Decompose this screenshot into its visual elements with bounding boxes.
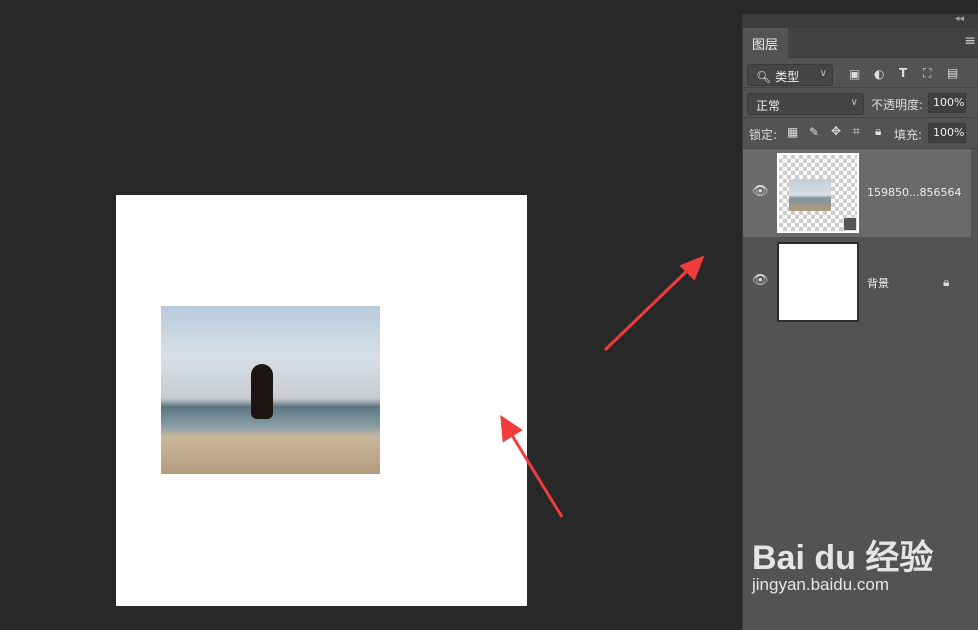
lock-transparency-icon[interactable]: ▦ [787, 125, 798, 139]
layer-thumbnail [777, 153, 859, 233]
baidu-watermark: Bai du 经验 jingyan.baidu.com [752, 539, 934, 594]
lock-all-icon[interactable]: 🔒︎ [875, 124, 881, 139]
smart-object-badge-icon [843, 217, 857, 231]
layer-row-background[interactable]: 👁︎ 背景 🔒︎ [743, 238, 971, 326]
lock-artboard-icon[interactable]: ⌗ [853, 124, 860, 139]
layer-name[interactable]: 背景 [867, 275, 889, 291]
layer-row-smart-object[interactable]: 👁︎ 159850...856564 [743, 149, 971, 237]
layer-name[interactable]: 159850...856564 [867, 186, 961, 199]
smart-object-filter-icon[interactable]: ▤ [947, 66, 958, 80]
collapse-icon[interactable]: ◂◂ [955, 14, 964, 24]
fill-label: 填充: [894, 128, 923, 142]
arrow-to-panel [603, 266, 692, 352]
opacity-label: 不透明度: [871, 98, 924, 112]
document-canvas[interactable] [116, 195, 527, 606]
lock-label: 锁定: [749, 128, 778, 142]
eye-icon[interactable]: 👁︎ [752, 273, 769, 288]
opacity-input[interactable]: 100% [928, 93, 966, 113]
layer-thumbnail [777, 242, 859, 322]
adjustment-filter-icon[interactable]: ◐ [874, 67, 884, 81]
person-figure [233, 364, 289, 474]
lock-brush-icon[interactable]: ✎ [809, 125, 819, 139]
lock-move-icon[interactable]: ✥ [831, 124, 841, 138]
arrow-head [679, 255, 705, 281]
tab-layers[interactable]: 图层 [743, 28, 788, 58]
fill-input[interactable]: 100% [928, 123, 966, 143]
type-filter-icon[interactable]: T [899, 66, 907, 80]
layer-filter-select[interactable]: 🔍︎ 类型 ∨ [747, 64, 833, 86]
beach-photo-layer[interactable] [161, 306, 380, 474]
eye-icon[interactable]: 👁︎ [752, 184, 769, 199]
blend-mode-select[interactable]: 正常 ∨ [747, 93, 864, 115]
image-filter-icon[interactable]: ▣ [849, 67, 860, 81]
chevron-down-icon: ∨ [819, 68, 827, 79]
lock-icon[interactable]: 🔒︎ [943, 275, 949, 290]
panel-menu-icon[interactable]: ≡ [964, 33, 976, 49]
search-icon: 🔍︎ [756, 70, 772, 84]
shape-filter-icon[interactable]: ⛶ [923, 66, 931, 81]
chevron-down-icon: ∨ [850, 97, 858, 108]
